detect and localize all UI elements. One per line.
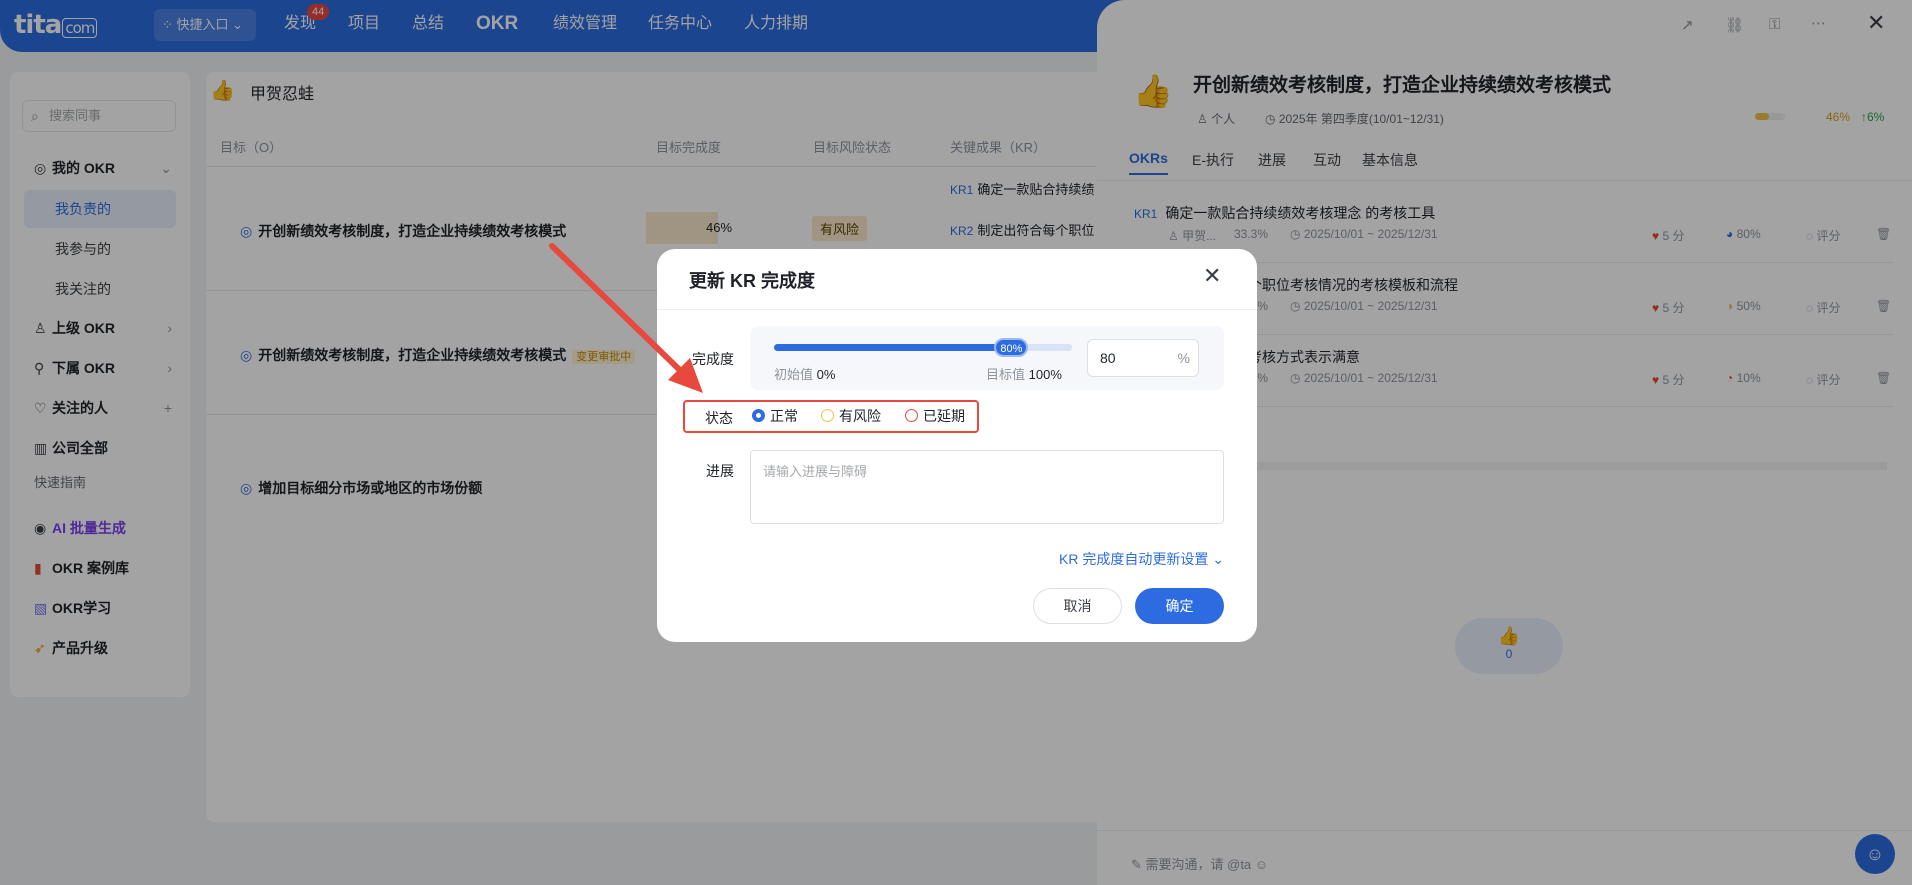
annotation-arrow (549, 243, 703, 393)
